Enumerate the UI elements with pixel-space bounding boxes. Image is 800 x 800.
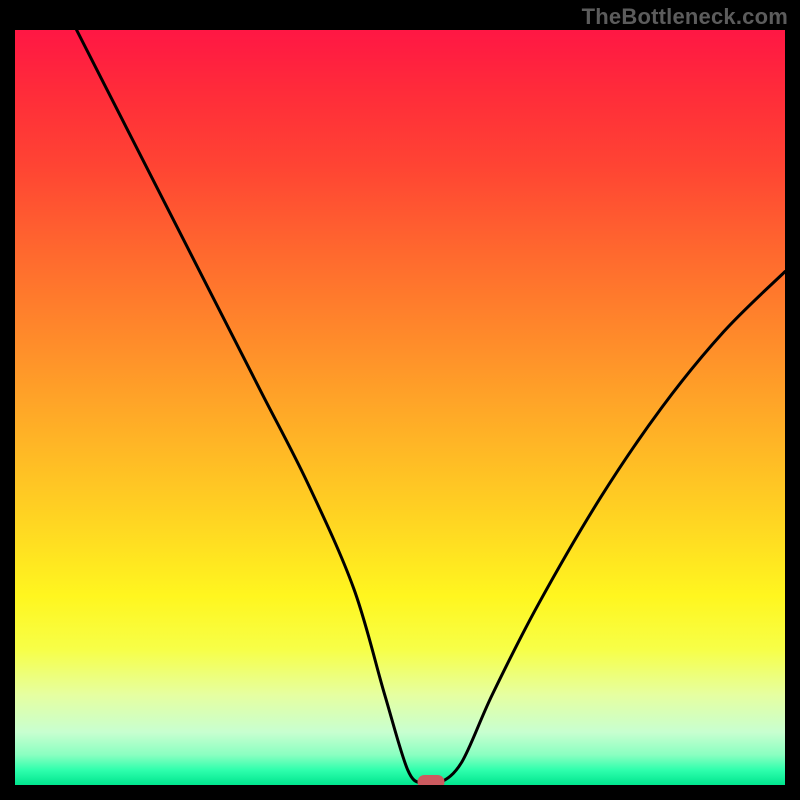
chart-frame: TheBottleneck.com: [0, 0, 800, 800]
bottleneck-curve: [15, 30, 785, 785]
plot-area: [15, 30, 785, 785]
optimal-point-marker: [417, 775, 444, 785]
watermark-text: TheBottleneck.com: [582, 4, 788, 30]
curve-path: [77, 30, 785, 785]
